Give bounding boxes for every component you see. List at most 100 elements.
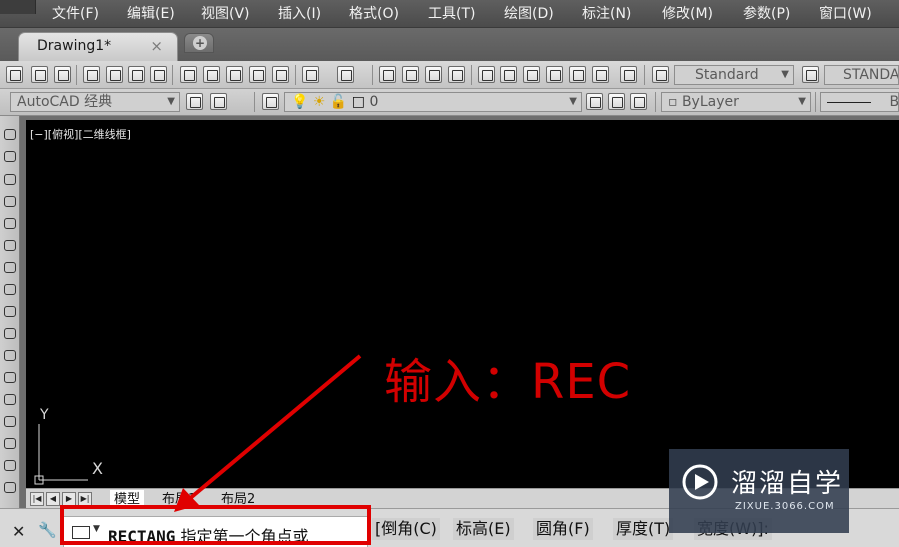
watermark-subtitle: ZIXUE.3066.COM — [735, 501, 835, 512]
layer-value: 0 — [369, 94, 379, 110]
undo-icon[interactable] — [302, 66, 319, 83]
polygon-icon[interactable] — [2, 193, 18, 209]
ucs-x-label: X — [92, 459, 103, 478]
make-block-icon[interactable] — [2, 391, 18, 407]
menu-draw[interactable]: 绘图(D) — [504, 4, 554, 24]
ellipse-icon[interactable] — [2, 325, 18, 341]
ellipse-arc-icon[interactable] — [2, 347, 18, 363]
dim-style-select[interactable]: STANDA — [824, 65, 899, 85]
watermark-title: 溜溜自学 — [731, 469, 844, 499]
ucs-icon — [34, 424, 88, 485]
arc-icon[interactable] — [2, 237, 18, 253]
last-layout-icon[interactable]: ▶| — [78, 492, 92, 506]
zoom-realtime-icon[interactable] — [402, 66, 419, 83]
polyline-icon[interactable] — [2, 171, 18, 187]
sheet-set-icon[interactable] — [546, 66, 563, 83]
toolbar-separator — [254, 92, 255, 112]
menu-modify[interactable]: 修改(M) — [662, 4, 713, 24]
option-chamfer[interactable]: [倒角(C) — [372, 518, 440, 540]
layer-manager-icon[interactable] — [262, 93, 279, 110]
new-icon[interactable] — [6, 66, 23, 83]
zoom-previous-icon[interactable] — [448, 66, 465, 83]
layer-states-icon[interactable] — [630, 93, 647, 110]
markup-icon[interactable] — [569, 66, 586, 83]
toolbar-separator — [295, 65, 296, 85]
menu-insert[interactable]: 插入(I) — [278, 4, 321, 24]
text-style-select[interactable]: Standard ▼ — [674, 65, 794, 85]
menu-format[interactable]: 格式(O) — [349, 4, 399, 24]
menu-view[interactable]: 视图(V) — [201, 4, 250, 24]
option-elevation[interactable]: 标高(E) — [453, 518, 514, 540]
block-editor-icon[interactable] — [272, 66, 289, 83]
help-icon[interactable] — [620, 66, 637, 83]
color-select[interactable]: ▫ ByLayer ▼ — [661, 92, 811, 112]
save-icon[interactable] — [54, 66, 71, 83]
region-icon[interactable] — [2, 479, 18, 495]
properties-icon[interactable] — [478, 66, 495, 83]
plus-icon: + — [193, 36, 207, 50]
first-layout-icon[interactable]: |◀ — [30, 492, 44, 506]
design-center-icon[interactable] — [500, 66, 517, 83]
tool-palettes-icon[interactable] — [523, 66, 540, 83]
pan-icon[interactable] — [379, 66, 396, 83]
toolbar-separator — [76, 65, 77, 85]
menu-tools[interactable]: 工具(T) — [428, 4, 475, 24]
workspace-toggle-icon[interactable] — [210, 93, 227, 110]
linetype-value: By — [889, 94, 899, 110]
layer-select[interactable]: 💡 ☀ 🔓 □ 0 ▼ — [284, 92, 582, 112]
gradient-icon[interactable] — [2, 457, 18, 473]
print-icon[interactable] — [83, 66, 100, 83]
toolbar-separator — [655, 92, 656, 112]
xline-icon[interactable] — [2, 148, 18, 164]
match-properties-icon[interactable] — [249, 66, 266, 83]
line-icon[interactable] — [2, 126, 18, 142]
text-style-icon[interactable] — [652, 66, 669, 83]
rectangle-icon[interactable] — [2, 215, 18, 231]
copy-icon[interactable] — [203, 66, 220, 83]
publish-icon[interactable] — [128, 66, 145, 83]
layer-previous-icon[interactable] — [608, 93, 625, 110]
cut-icon[interactable] — [180, 66, 197, 83]
workspace-select[interactable]: AutoCAD 经典 ▼ — [10, 92, 180, 112]
menu-edit[interactable]: 编辑(E) — [127, 4, 175, 24]
revcloud-icon[interactable] — [2, 281, 18, 297]
app-menu-edge[interactable] — [0, 0, 36, 14]
toolbar-separator — [172, 65, 173, 85]
redo-icon[interactable] — [337, 66, 354, 83]
watermark: 溜溜自学 ZIXUE.3066.COM — [669, 449, 849, 533]
draw-toolbar — [0, 116, 20, 514]
make-current-layer-icon[interactable] — [586, 93, 603, 110]
spline-icon[interactable] — [2, 303, 18, 319]
wrench-icon[interactable]: 🔧 — [38, 521, 57, 539]
circle-icon[interactable] — [2, 259, 18, 275]
menu-file[interactable]: 文件(F) — [52, 4, 99, 24]
chevron-down-icon: ▼ — [569, 96, 577, 107]
menu-dimension[interactable]: 标注(N) — [582, 4, 631, 24]
paste-icon[interactable] — [226, 66, 243, 83]
option-fillet[interactable]: 圆角(F) — [533, 518, 593, 540]
chevron-down-icon: ▼ — [798, 96, 806, 107]
menu-parametric[interactable]: 参数(P) — [743, 4, 790, 24]
print-preview-icon[interactable] — [106, 66, 123, 83]
option-thickness[interactable]: 厚度(T) — [613, 518, 674, 540]
new-tab-button[interactable]: + — [184, 33, 214, 53]
point-icon[interactable] — [2, 413, 18, 429]
insert-block-icon[interactable] — [2, 369, 18, 385]
prev-layout-icon[interactable]: ◀ — [46, 492, 60, 506]
linetype-select[interactable]: By — [820, 92, 899, 112]
dim-style-icon[interactable] — [802, 66, 819, 83]
drawing-canvas[interactable]: [−][俯视][二维线框] Y X 输入：REC — [26, 120, 899, 488]
open-icon[interactable] — [31, 66, 48, 83]
close-icon[interactable]: × — [150, 37, 163, 55]
tab-drawing1[interactable]: Drawing1* × — [18, 32, 178, 61]
zoom-window-icon[interactable] — [425, 66, 442, 83]
next-layout-icon[interactable]: ▶ — [62, 492, 76, 506]
hatch-icon[interactable] — [2, 435, 18, 451]
workspace-settings-icon[interactable] — [186, 93, 203, 110]
text-style-value: Standard — [695, 67, 759, 83]
menu-window[interactable]: 窗口(W) — [819, 4, 872, 24]
3d-dwf-icon[interactable] — [150, 66, 167, 83]
calculator-icon[interactable] — [592, 66, 609, 83]
toolbar-separator — [644, 65, 645, 85]
close-icon[interactable]: ✕ — [12, 522, 25, 541]
